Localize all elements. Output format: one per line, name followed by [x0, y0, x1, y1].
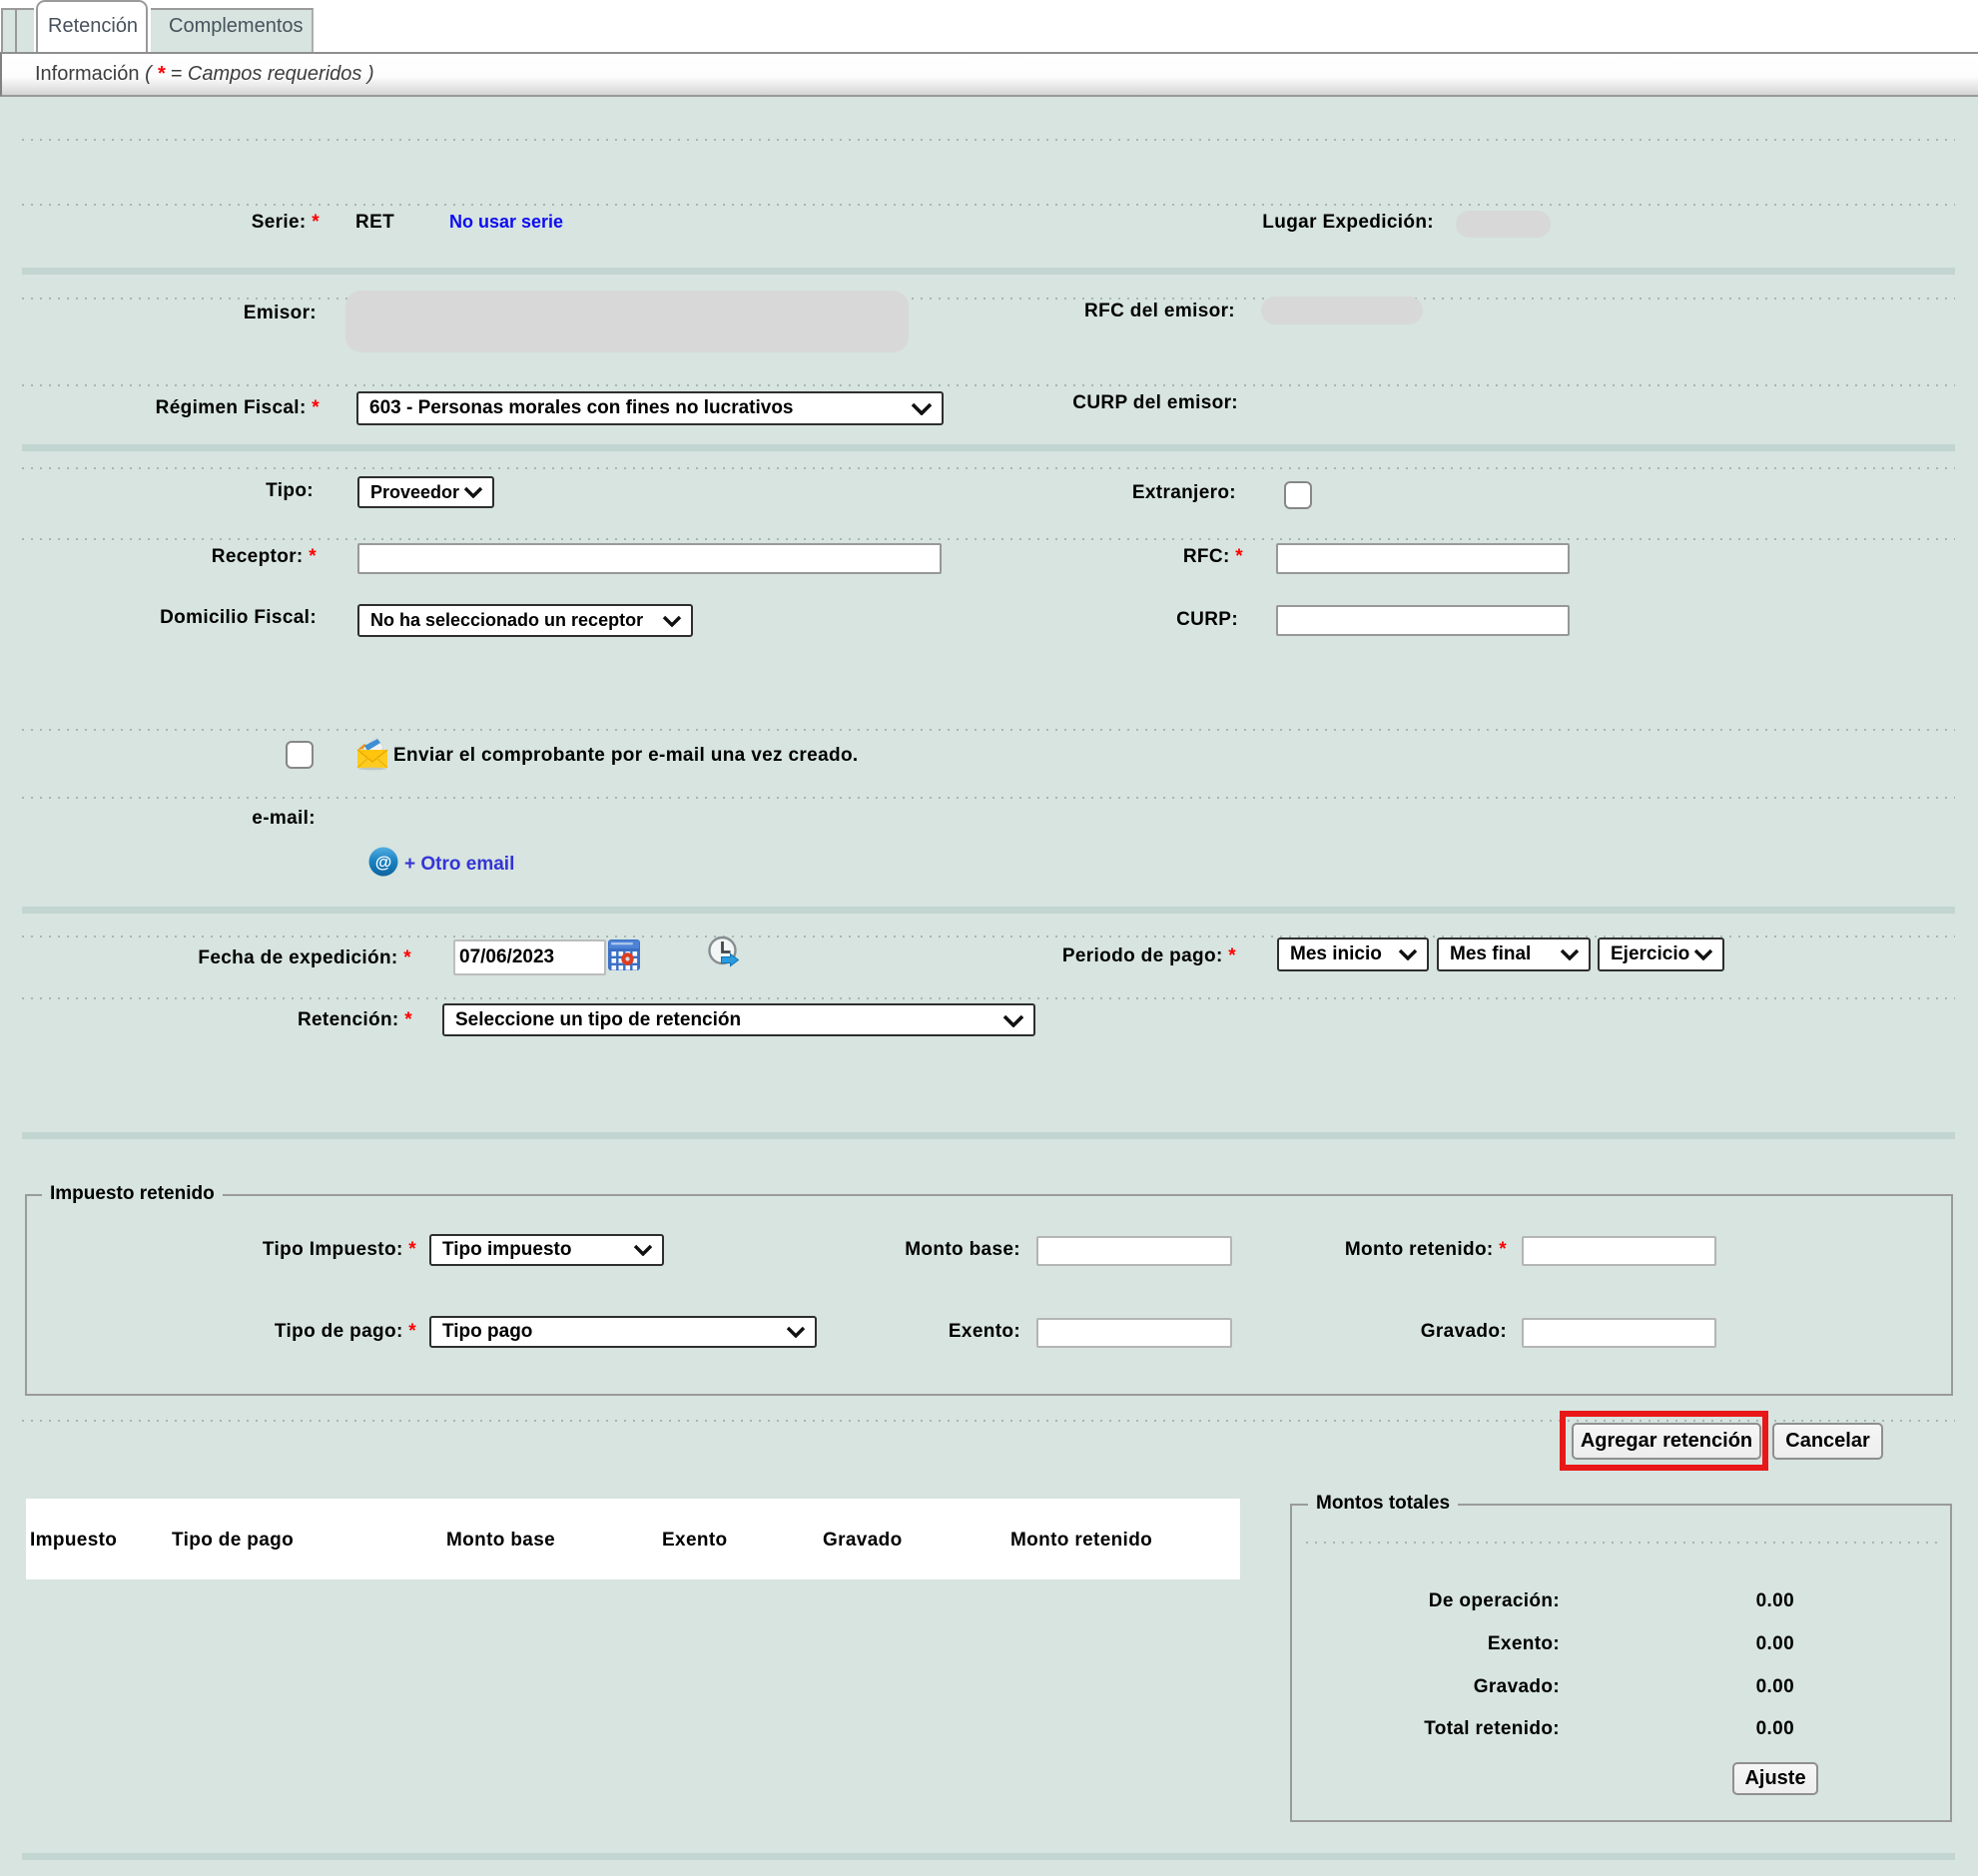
- svg-text:@: @: [375, 853, 392, 872]
